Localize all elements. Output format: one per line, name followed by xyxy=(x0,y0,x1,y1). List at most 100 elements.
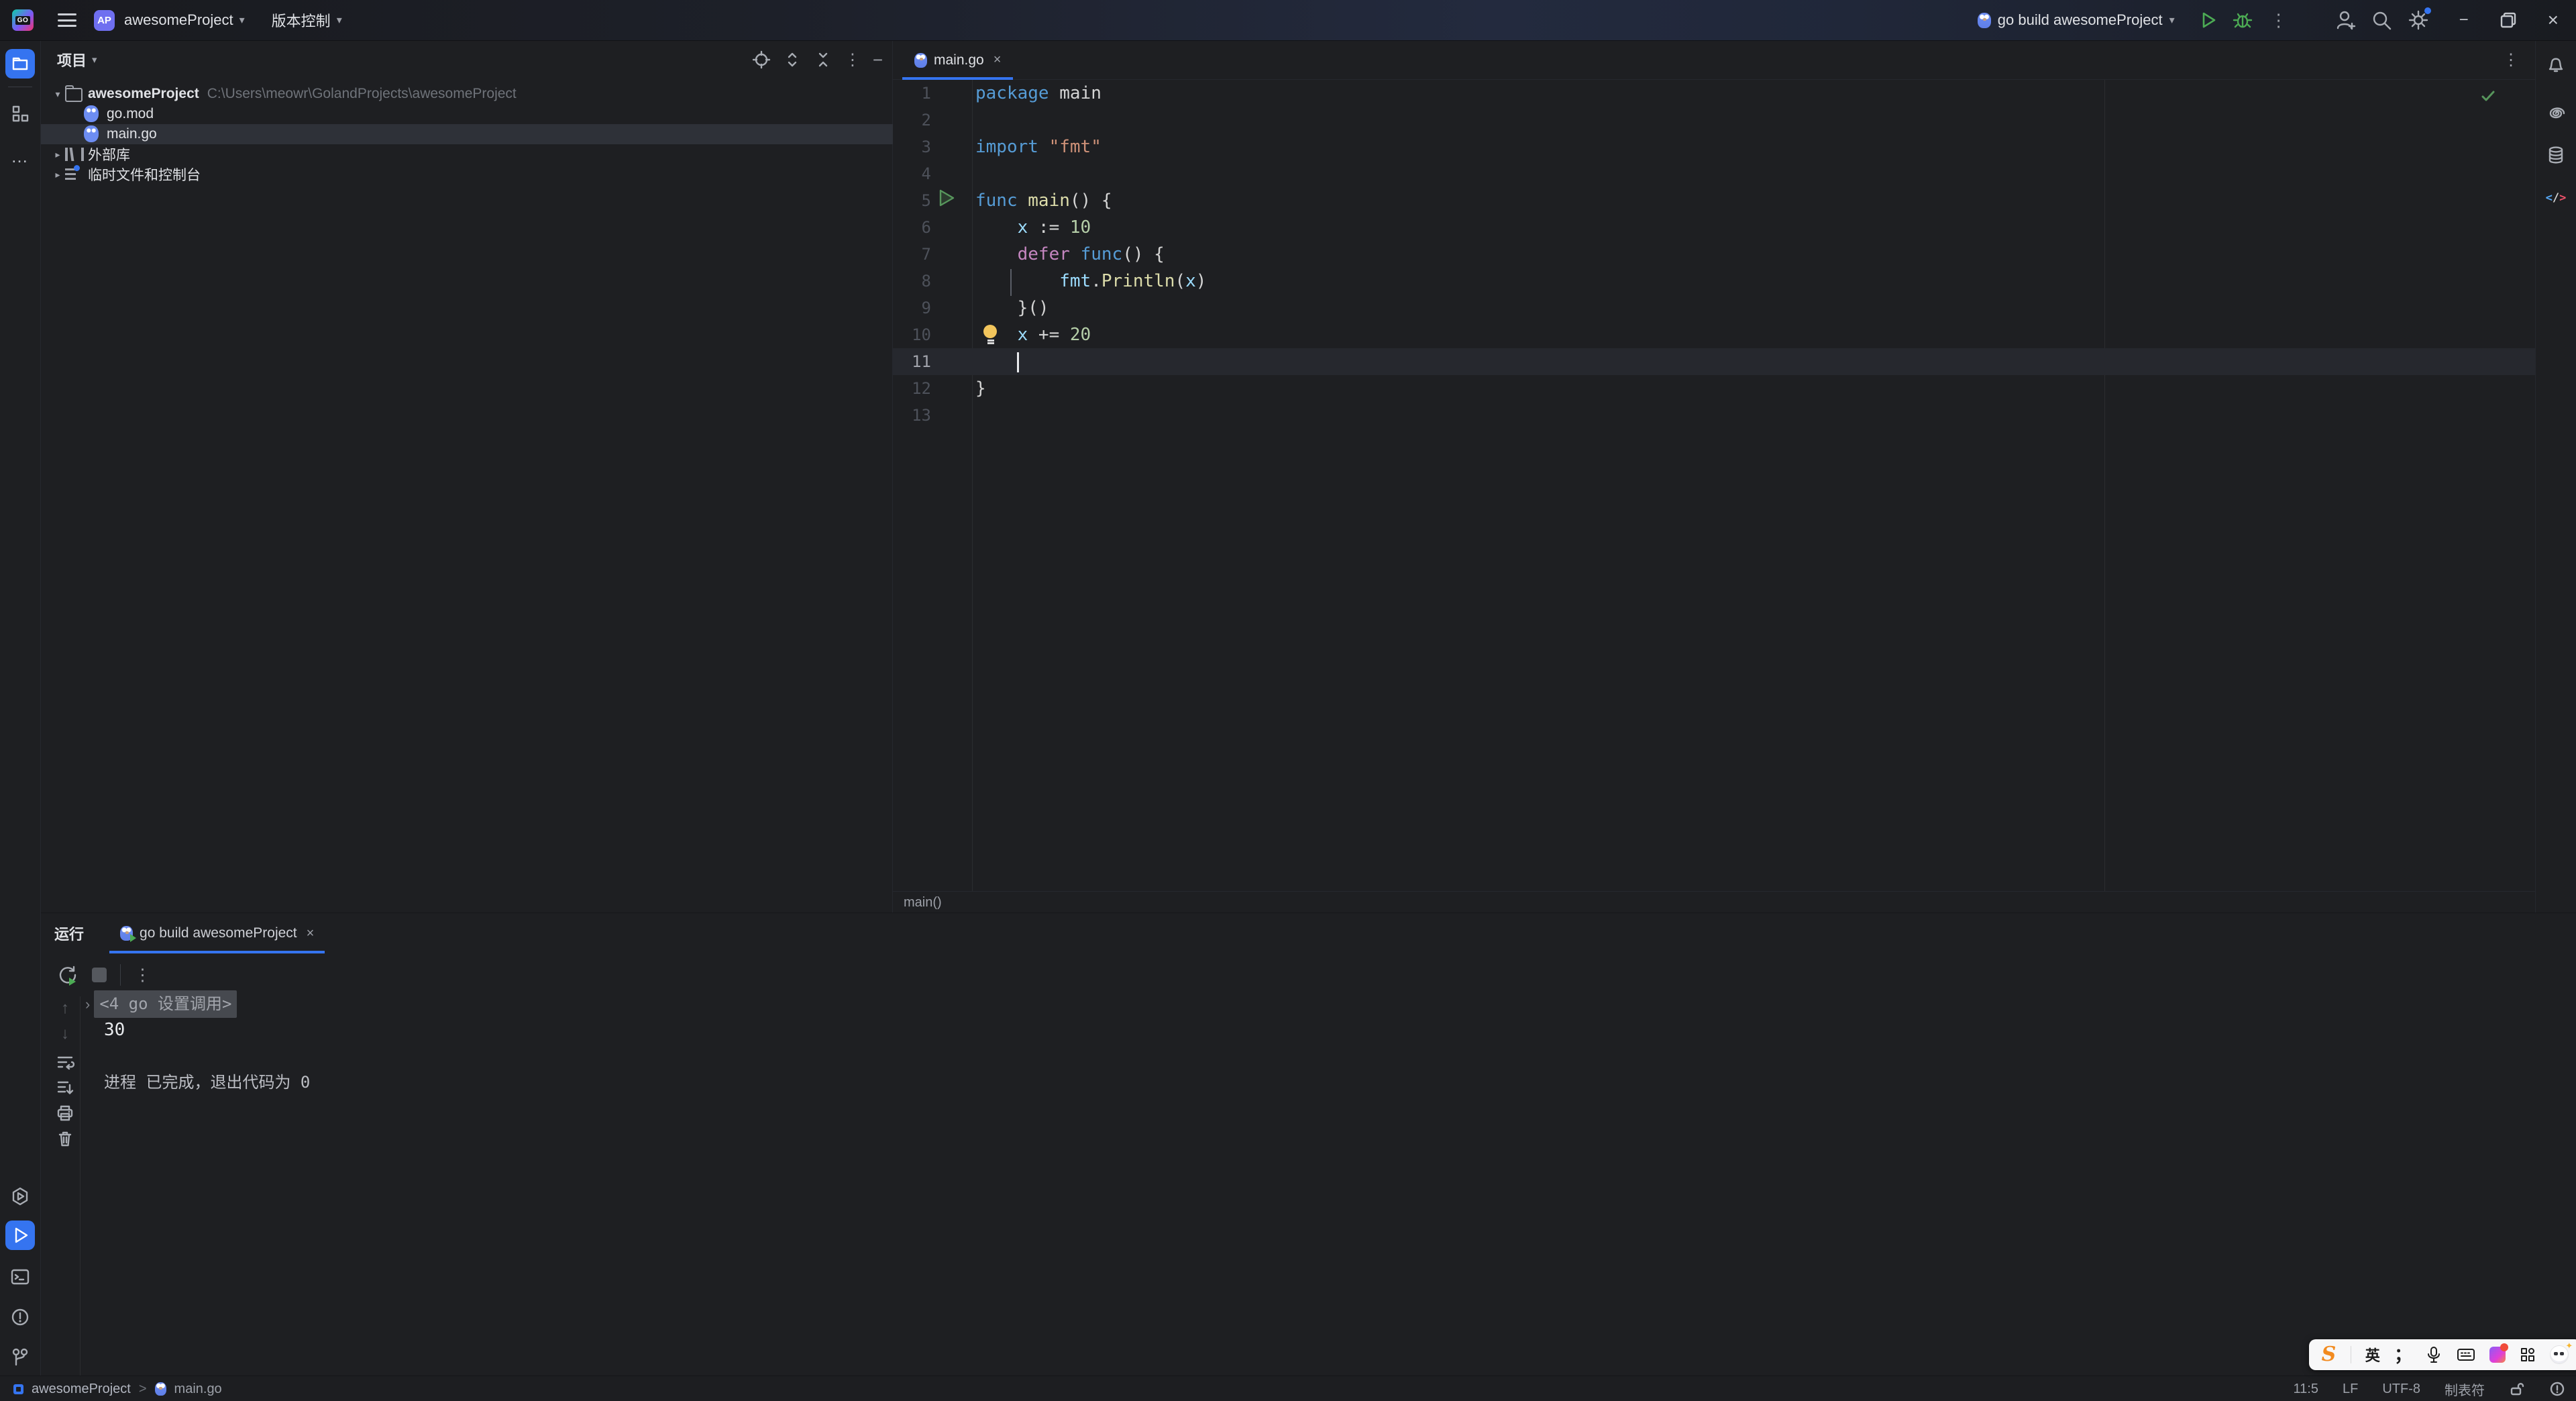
search-icon[interactable] xyxy=(2371,9,2392,31)
vcs-menu[interactable]: 版本控制 ▾ xyxy=(272,9,342,31)
run-panel-title[interactable]: 运行 xyxy=(54,923,84,944)
console-line: 30 xyxy=(85,1017,125,1043)
services-tool-button[interactable] xyxy=(5,1182,35,1211)
tree-item-临时文件和控制台[interactable]: ▸ 临时文件和控制台 xyxy=(41,164,902,185)
collapse-all-icon[interactable] xyxy=(814,50,833,69)
line-number[interactable]: 6 xyxy=(893,214,931,241)
database-icon[interactable] xyxy=(2541,140,2571,170)
indent-widget[interactable]: 制表符 xyxy=(2445,1380,2485,1399)
run-config-selector[interactable]: go build awesomeProject ▾ xyxy=(1977,11,2175,29)
project-tool-button[interactable] xyxy=(5,49,35,79)
ime-language-mode[interactable]: 英 xyxy=(2365,1344,2380,1365)
notifications-bell-icon[interactable] xyxy=(2541,50,2571,80)
encoding-widget[interactable]: UTF-8 xyxy=(2382,1382,2420,1397)
intention-bulb-icon[interactable] xyxy=(983,325,998,344)
print-icon[interactable] xyxy=(50,1101,80,1125)
tab-close-icon[interactable]: × xyxy=(994,52,1002,68)
next-occurrence-icon[interactable]: ↓ xyxy=(50,1022,80,1046)
chevron-right-icon[interactable]: ▸ xyxy=(50,149,65,160)
line-number[interactable]: 4 xyxy=(893,160,931,187)
folder-icon xyxy=(65,85,83,102)
line-number[interactable]: 7 xyxy=(893,241,931,268)
goland-logo-icon[interactable]: GO xyxy=(12,9,34,31)
ime-punctuation-icon[interactable]: ； xyxy=(2394,1346,2412,1363)
caret-position-widget[interactable]: 11:5 xyxy=(2294,1382,2318,1397)
line-number[interactable]: 9 xyxy=(893,295,931,321)
status-project[interactable]: awesomeProject xyxy=(32,1382,131,1397)
line-number[interactable]: 5 xyxy=(893,187,931,214)
expand-all-icon[interactable] xyxy=(783,50,802,69)
title-bar: GO AP awesomeProject ▾ 版本控制 ▾ go build a… xyxy=(0,0,2576,41)
run-tool-button[interactable] xyxy=(5,1221,35,1250)
rerun-button[interactable] xyxy=(57,964,78,986)
tab-main-go[interactable]: main.go × xyxy=(902,41,1014,80)
folded-command[interactable]: <4 go 设置调用> xyxy=(94,990,237,1018)
run-gutter-icon[interactable] xyxy=(938,189,955,207)
chevron-down-icon: ▾ xyxy=(2169,15,2175,26)
tree-item-awesomeProject[interactable]: ▾ awesomeProject C:\Users\meowr\GolandProj… xyxy=(41,84,902,104)
line-number[interactable]: 8 xyxy=(893,268,931,295)
run-more-icon[interactable]: ⋮ xyxy=(134,965,151,985)
ai-assistant-icon[interactable] xyxy=(2541,99,2571,128)
debug-button[interactable] xyxy=(2233,10,2253,30)
close-button[interactable]: × xyxy=(2548,11,2559,30)
info-icon[interactable] xyxy=(2549,1381,2565,1397)
clear-console-icon[interactable] xyxy=(50,1127,80,1151)
project-avatar[interactable]: AP xyxy=(94,9,115,31)
breadcrumb-item[interactable]: main() xyxy=(904,895,942,911)
code-editor[interactable]: 1 package main 2 3 import "fmt" 4 5 func main()… xyxy=(893,80,2535,892)
maximize-button[interactable] xyxy=(2500,11,2517,29)
git-tool-button[interactable] xyxy=(5,1343,35,1372)
fold-arrow-icon[interactable]: › xyxy=(85,991,90,1017)
run-config-gopher-icon xyxy=(1977,12,1991,28)
ime-skin-icon[interactable] xyxy=(2489,1343,2508,1363)
line-number[interactable]: 12 xyxy=(893,375,931,402)
project-panel-title[interactable]: 项目 xyxy=(57,49,87,70)
breadcrumb[interactable]: main() xyxy=(893,891,2535,913)
code-text xyxy=(975,348,1019,375)
line-ending-widget[interactable]: LF xyxy=(2343,1382,2358,1397)
indent-guide xyxy=(1010,269,1012,296)
more-actions-icon[interactable]: ⋮ xyxy=(2270,11,2288,29)
add-user-icon[interactable] xyxy=(2334,9,2357,32)
line-number[interactable]: 13 xyxy=(893,402,931,429)
line-number[interactable]: 3 xyxy=(893,134,931,160)
run-button[interactable] xyxy=(2198,10,2218,30)
chevron-right-icon[interactable]: ▸ xyxy=(50,169,65,180)
locate-icon[interactable] xyxy=(752,50,771,69)
project-selector[interactable]: awesomeProject ▾ xyxy=(124,11,245,29)
chevron-down-icon[interactable]: ▾ xyxy=(50,89,65,100)
run-tab-go-build[interactable]: go build awesomeProject × xyxy=(109,913,325,953)
prev-occurrence-icon[interactable]: ↑ xyxy=(50,996,80,1021)
sogou-icon[interactable]: S xyxy=(2322,1345,2337,1365)
ime-toolbox-icon[interactable] xyxy=(2520,1347,2536,1363)
scroll-to-end-icon[interactable] xyxy=(50,1076,80,1100)
hide-panel-icon[interactable]: − xyxy=(873,50,883,70)
more-tools-icon[interactable]: … xyxy=(5,142,35,171)
problems-tool-button[interactable] xyxy=(5,1302,35,1332)
soft-wrap-icon[interactable] xyxy=(50,1050,80,1074)
status-file[interactable]: main.go xyxy=(174,1382,222,1397)
minimize-button[interactable]: − xyxy=(2459,12,2469,28)
panel-options-icon[interactable]: ⋮ xyxy=(845,50,861,70)
editor-more-icon[interactable]: ⋮ xyxy=(2503,50,2519,70)
unlock-icon[interactable] xyxy=(2509,1381,2525,1397)
mic-icon[interactable] xyxy=(2426,1346,2442,1363)
tree-item-外部库[interactable]: ▸ 外部库 xyxy=(41,144,902,164)
line-number[interactable]: 2 xyxy=(893,107,931,134)
structure-tool-button[interactable] xyxy=(5,99,35,128)
endpoints-icon[interactable]: < / > xyxy=(2541,183,2571,213)
terminal-tool-button[interactable] xyxy=(5,1262,35,1292)
line-number[interactable]: 11 xyxy=(893,348,931,375)
editor-tab-bar: main.go × ⋮ xyxy=(893,41,2535,80)
tree-item-main.go[interactable]: main.go xyxy=(41,124,920,144)
ime-ai-face-icon[interactable] xyxy=(2550,1341,2573,1364)
run-tab-close-icon[interactable]: × xyxy=(307,926,315,941)
settings-gear-icon[interactable] xyxy=(2407,7,2431,32)
line-number[interactable]: 1 xyxy=(893,80,931,107)
keyboard-icon[interactable] xyxy=(2457,1347,2475,1363)
line-number[interactable]: 10 xyxy=(893,321,931,348)
main-menu-icon[interactable] xyxy=(58,13,76,27)
stop-button[interactable] xyxy=(92,968,107,982)
tree-item-go.mod[interactable]: go.mod xyxy=(41,104,920,124)
